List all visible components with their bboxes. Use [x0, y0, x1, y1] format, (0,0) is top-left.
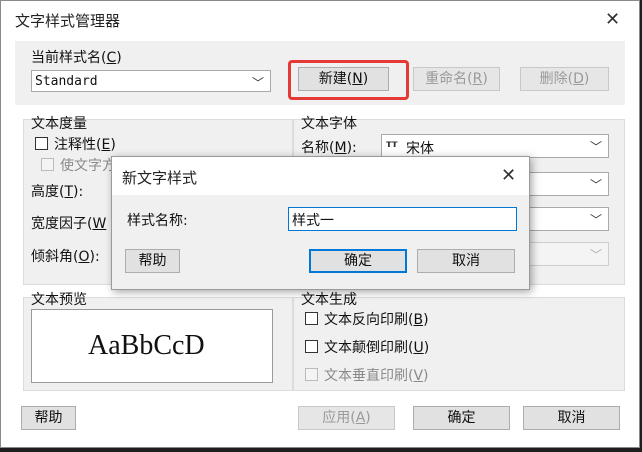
apply-button[interactable]: 应用(A) [298, 406, 395, 430]
cancel-button[interactable]: 取消 [523, 406, 620, 430]
dialog-close-icon[interactable]: ✕ [501, 167, 516, 185]
help-button[interactable]: 帮助 [21, 406, 76, 430]
current-style-dropdown[interactable]: Standard ﹀ [31, 70, 271, 92]
width-factor-label: 宽度因子(W [31, 216, 107, 232]
text-preview-title: 文本预览 [31, 292, 87, 308]
chevron-down-icon: ﹀ [589, 178, 602, 192]
dialog-title: 新文字样式 [122, 169, 198, 187]
vertical-checkbox[interactable] [305, 368, 318, 381]
font-option-dropdown[interactable]: ﹀ [519, 207, 609, 231]
ok-button[interactable]: 确定 [413, 406, 510, 430]
match-orientation-label: 使文字方 [60, 158, 116, 174]
annotative-checkbox[interactable] [35, 137, 48, 150]
bigfont-dropdown[interactable]: ﹀ [519, 242, 609, 266]
window-close-icon[interactable]: ✕ [605, 11, 620, 29]
oblique-angle-label: 倾斜角(O): [31, 249, 100, 265]
chevron-down-icon: ﹀ [589, 248, 602, 262]
rename-button[interactable]: 重命名(R) [413, 67, 500, 91]
font-style-dropdown[interactable]: ﹀ [519, 172, 609, 196]
current-style-label: 当前样式名(C) [31, 50, 122, 66]
upside-down-label: 文本颠倒印刷(U) [324, 340, 430, 356]
text-metrics-title: 文本度量 [31, 116, 87, 132]
text-generation-title: 文本生成 [301, 292, 357, 308]
current-style-value: Standard [35, 74, 98, 89]
font-name-dropdown[interactable]: ᴛт 宋体 ﹀ [381, 134, 609, 158]
height-label: 高度(T): [31, 184, 84, 200]
style-name-input[interactable]: 样式一 [288, 207, 517, 231]
dialog-cancel-button[interactable]: 取消 [417, 249, 515, 273]
font-name-label: 名称(M): [301, 140, 357, 156]
chevron-down-icon: ﹀ [251, 76, 264, 90]
dialog-ok-button[interactable]: 确定 [309, 249, 407, 273]
reverse-label: 文本反向印刷(B) [324, 312, 429, 328]
chevron-down-icon: ﹀ [589, 213, 602, 227]
delete-button[interactable]: 删除(D) [520, 67, 609, 91]
upside-down-checkbox[interactable] [305, 340, 318, 353]
style-name-value: 样式一 [292, 213, 334, 229]
reverse-checkbox[interactable] [305, 312, 318, 325]
window-title: 文字样式管理器 [15, 12, 121, 30]
dialog-help-button[interactable]: 帮助 [125, 249, 180, 273]
new-button[interactable]: 新建(N) [298, 67, 389, 91]
preview-sample-text: AaBbCcD [88, 330, 205, 361]
chevron-down-icon: ﹀ [589, 140, 602, 154]
vertical-label: 文本垂直印刷(V) [324, 368, 429, 384]
truetype-icon: ᴛт [386, 139, 398, 150]
preview-box: AaBbCcD [31, 309, 273, 383]
annotative-label: 注释性(E) [54, 137, 116, 153]
font-name-value: 宋体 [406, 141, 434, 157]
match-orientation-checkbox[interactable] [41, 158, 54, 171]
text-font-title: 文本字体 [301, 116, 357, 132]
style-name-label: 样式名称: [127, 213, 188, 229]
new-text-style-dialog: 新文字样式 ✕ 样式名称: 样式一 帮助 确定 取消 [111, 156, 530, 290]
